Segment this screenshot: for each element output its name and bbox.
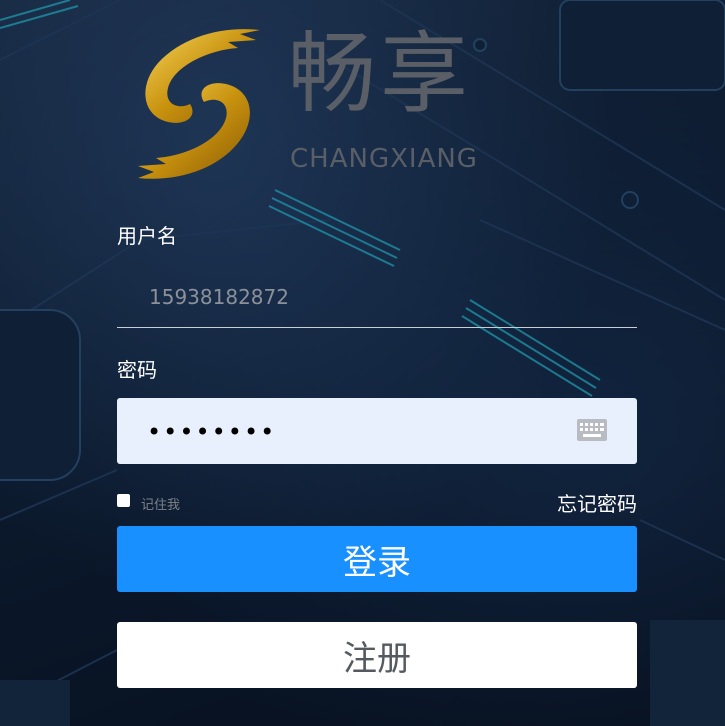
register-button[interactable]: 注册 (117, 622, 637, 688)
keyboard-icon[interactable] (577, 419, 607, 441)
password-field[interactable] (117, 398, 637, 464)
username-label: 用户名 (117, 224, 177, 248)
username-field[interactable] (117, 264, 637, 328)
remember-label: 记住我 (141, 498, 181, 513)
password-label: 密码 (117, 358, 157, 382)
login-button[interactable]: 登录 (117, 526, 637, 592)
brand-name-en: CHANGXIANG (290, 144, 478, 174)
remember-checkbox[interactable] (117, 494, 130, 507)
changxiang-logo-icon (138, 29, 260, 179)
password-input[interactable] (145, 416, 569, 448)
username-input[interactable] (147, 282, 621, 312)
brand-name-cn: 畅享 (288, 22, 473, 125)
logo: 畅享 CHANGXIANG (128, 18, 528, 188)
forgot-password-link[interactable]: 忘记密码 (557, 488, 637, 517)
